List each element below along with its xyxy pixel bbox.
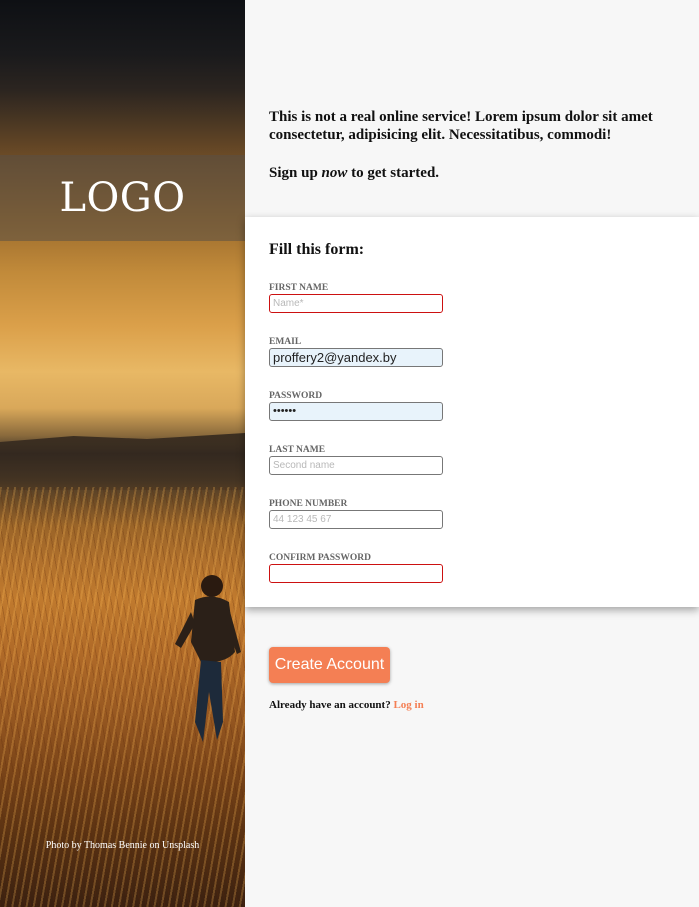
phone-number-input[interactable]: 44 123 45 67 — [269, 510, 443, 529]
last-name-field: Last name Second name — [269, 445, 443, 475]
login-link[interactable]: Log in — [393, 699, 423, 711]
intro-section: This is not a real online service! Lorem… — [269, 108, 689, 182]
logo-band: LOGO — [0, 155, 245, 241]
login-prompt: Already have an account? Log in — [269, 699, 424, 711]
create-account-button[interactable]: Create Account — [269, 647, 390, 683]
last-name-label: Last name — [269, 445, 326, 455]
login-prompt-text: Already have an account? — [269, 699, 391, 711]
confirm-password-label: Confirm password — [269, 553, 371, 563]
signup-emphasis: now — [321, 165, 348, 181]
background-photo: LOGO Photo by Thomas Bennie on Unsplash — [0, 0, 245, 907]
walking-man-figure — [175, 575, 241, 742]
email-label: Email — [269, 337, 302, 347]
signup-text: Sign up now to get started. — [269, 165, 440, 181]
form-title: Fill this form: — [269, 241, 365, 258]
phone-number-label: Phone number — [269, 499, 348, 509]
logo: LOGO — [59, 175, 186, 221]
signup-form: Fill this form: First name Name* Email p… — [245, 217, 699, 607]
password-label: Password — [269, 391, 323, 401]
confirm-password-input[interactable] — [269, 564, 443, 583]
first-name-label: First name — [269, 283, 329, 293]
confirm-password-field: Confirm password — [269, 553, 443, 583]
intro-text: This is not a real online service! Lorem… — [269, 109, 653, 143]
first-name-field: First name Name* — [269, 283, 443, 313]
password-field: Password •••••• — [269, 391, 443, 421]
photo-credit: Photo by Thomas Bennie on Unsplash — [45, 840, 200, 851]
first-name-input[interactable]: Name* — [269, 294, 443, 313]
email-field: Email proffery2@yandex.by — [269, 337, 443, 367]
phone-number-field: Phone number 44 123 45 67 — [269, 499, 443, 529]
password-input[interactable]: •••••• — [269, 402, 443, 421]
email-input[interactable]: proffery2@yandex.by — [269, 348, 443, 367]
distant-hills — [0, 433, 245, 490]
last-name-input[interactable]: Second name — [269, 456, 443, 475]
